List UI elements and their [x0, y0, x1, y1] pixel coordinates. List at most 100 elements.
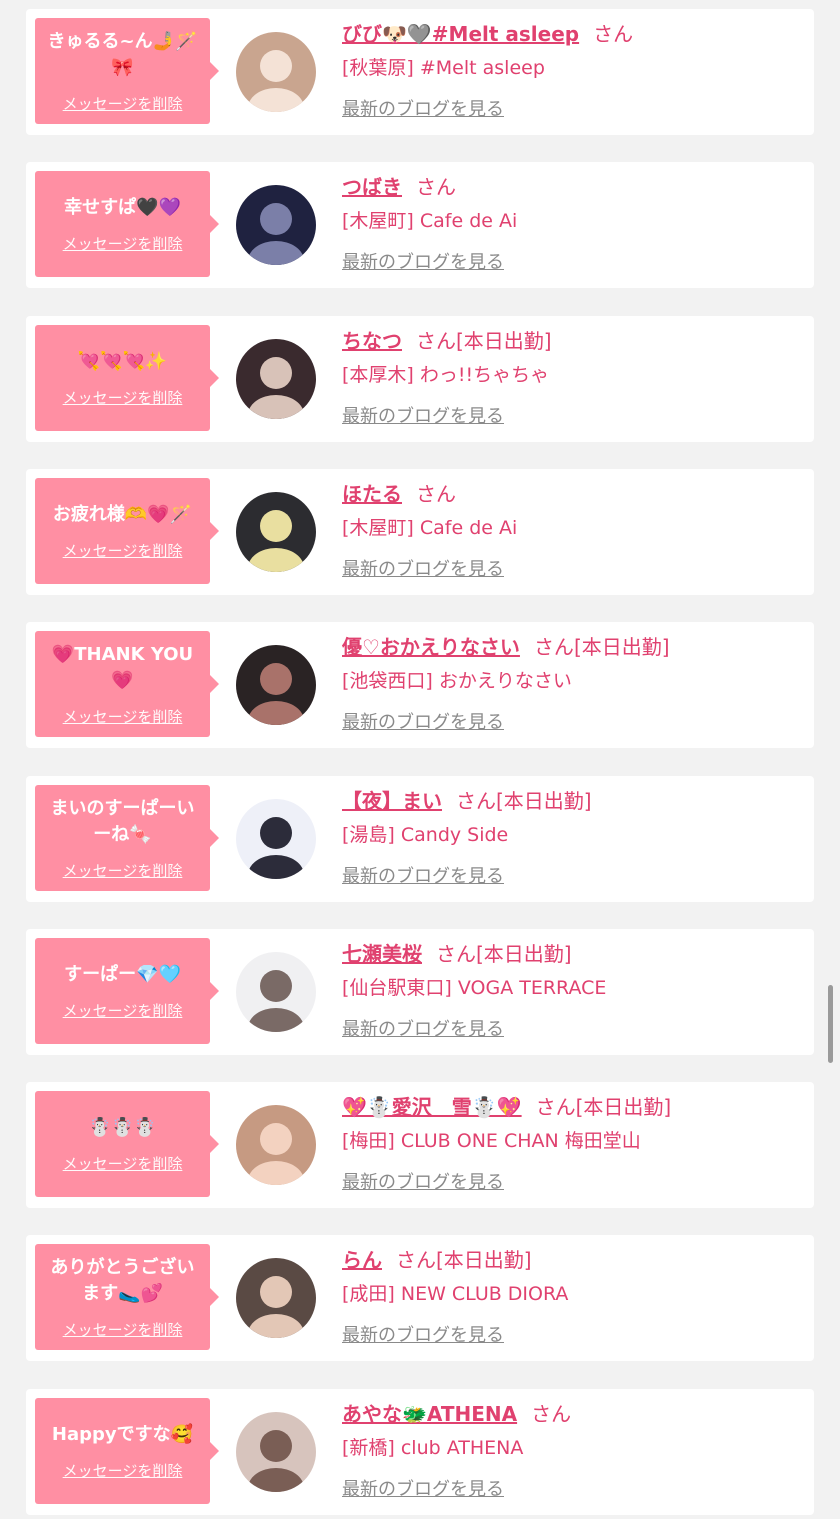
sender-info: ちなつ さん[本日出勤] [本厚木] わっ!!ちゃちゃ 最新のブログを見る: [342, 326, 802, 432]
status-badge: [本日出勤]: [476, 942, 572, 966]
shop-location: [梅田] CLUB ONE CHAN 梅田堂山: [342, 1130, 641, 1152]
sender-name-link[interactable]: あやな🐲ATHENA: [342, 1402, 517, 1426]
message-card: すーぱー💎🩵 メッセージを削除 七瀬美桜 さん[本日出勤] [仙台駅東口] VOG…: [26, 929, 814, 1055]
message-bubble: お疲れ様🫶💗🪄 メッセージを削除: [35, 478, 219, 584]
status-badge: [本日出勤]: [573, 635, 670, 659]
latest-blog-link[interactable]: 最新のブログを見る: [342, 1475, 504, 1505]
honorific: さん: [456, 789, 496, 813]
avatar[interactable]: [236, 799, 316, 879]
shop-location: [木屋町] Cafe de Ai: [342, 517, 518, 539]
sender-name-link[interactable]: 【夜】まい: [342, 789, 442, 813]
latest-blog-link[interactable]: 最新のブログを見る: [342, 95, 504, 125]
shop-location: [秋葉原] #Melt asleep: [342, 57, 545, 79]
avatar[interactable]: [236, 1258, 316, 1338]
avatar-image: [236, 1258, 316, 1338]
latest-blog-link[interactable]: 最新のブログを見る: [342, 1321, 504, 1351]
message-bubble: まいのすーぱーいーね🍬 メッセージを削除: [35, 785, 219, 891]
message-text: すーぱー💎🩵: [64, 963, 181, 985]
message-text: 幸せすぱ🖤💜: [64, 196, 181, 218]
shop-location: [本厚木] わっ!!ちゃちゃ: [342, 364, 550, 386]
latest-blog-link[interactable]: 最新のブログを見る: [342, 555, 504, 585]
message-bubble: 💘💘💘✨ メッセージを削除: [35, 325, 219, 431]
shop-location: [湯島] Candy Side: [342, 824, 509, 846]
sender-name-link[interactable]: ちなつ: [342, 329, 402, 353]
message-card: 💘💘💘✨ メッセージを削除 ちなつ さん[本日出勤] [本厚木] わっ!!ちゃちゃ…: [26, 316, 814, 442]
delete-message-button[interactable]: メッセージを削除: [63, 1460, 183, 1481]
latest-blog-link[interactable]: 最新のブログを見る: [342, 862, 504, 892]
latest-blog-link[interactable]: 最新のブログを見る: [342, 708, 504, 738]
message-text: ありがとうございます🥿💕: [50, 1256, 195, 1304]
message-card: 💗THANK YOU💗 メッセージを削除 優♡おかえりなさい さん[本日出勤] […: [26, 622, 814, 748]
shop-location: [新橋] club ATHENA: [342, 1437, 524, 1459]
message-text: きゅるる~ん🤳🪄🎀: [47, 30, 198, 78]
delete-message-button[interactable]: メッセージを削除: [63, 1153, 183, 1174]
avatar[interactable]: [236, 492, 316, 572]
delete-message-button[interactable]: メッセージを削除: [63, 1319, 183, 1340]
scrollbar[interactable]: [828, 985, 833, 1063]
sender-name-link[interactable]: ほたる: [342, 482, 402, 506]
message-card: Happyですな🥰 メッセージを削除 あやな🐲ATHENA さん [新橋] clu…: [26, 1389, 814, 1515]
sender-info: あやな🐲ATHENA さん [新橋] club ATHENA 最新のブログを見る: [342, 1399, 802, 1505]
delete-message-button[interactable]: メッセージを削除: [63, 1000, 183, 1021]
honorific: さん: [533, 635, 574, 659]
sender-info: らん さん[本日出勤] [成田] NEW CLUB DIORA 最新のブログを見る: [342, 1245, 802, 1351]
shop-location: [木屋町] Cafe de Ai: [342, 210, 518, 232]
avatar-image: [236, 1412, 316, 1492]
message-bubble: ありがとうございます🥿💕 メッセージを削除: [35, 1244, 219, 1350]
latest-blog-link[interactable]: 最新のブログを見る: [342, 1168, 504, 1198]
honorific: さん: [531, 1402, 572, 1426]
avatar-image: [236, 32, 316, 112]
avatar[interactable]: [236, 185, 316, 265]
message-bubble: きゅるる~ん🤳🪄🎀 メッセージを削除: [35, 18, 219, 124]
message-text: Happyですな🥰: [51, 1423, 194, 1445]
honorific: さん: [436, 942, 476, 966]
avatar[interactable]: [236, 1105, 316, 1185]
sender-name-link[interactable]: らん: [342, 1248, 382, 1272]
sender-name-link[interactable]: びび🐶🩶#Melt asleep: [342, 22, 579, 46]
avatar[interactable]: [236, 339, 316, 419]
sender-info: つばき さん [木屋町] Cafe de Ai 最新のブログを見る: [342, 172, 802, 278]
honorific: さん: [535, 1095, 576, 1119]
delete-message-button[interactable]: メッセージを削除: [63, 860, 183, 881]
status-badge: [本日出勤]: [496, 789, 592, 813]
avatar[interactable]: [236, 645, 316, 725]
message-text: ☃️☃️☃️: [88, 1116, 157, 1138]
delete-message-button[interactable]: メッセージを削除: [63, 540, 183, 561]
message-text: 💗THANK YOU💗: [51, 643, 194, 691]
sender-name-link[interactable]: つばき: [342, 175, 402, 199]
latest-blog-link[interactable]: 最新のブログを見る: [342, 402, 504, 432]
delete-message-button[interactable]: メッセージを削除: [63, 93, 183, 114]
delete-message-button[interactable]: メッセージを削除: [63, 387, 183, 408]
avatar-image: [236, 492, 316, 572]
delete-message-button[interactable]: メッセージを削除: [63, 706, 183, 727]
avatar[interactable]: [236, 1412, 316, 1492]
avatar-image: [236, 185, 316, 265]
message-card: ☃️☃️☃️ メッセージを削除 💖☃️愛沢＿雪☃️💖 さん[本日出勤] [梅田] …: [26, 1082, 814, 1208]
avatar-image: [236, 952, 316, 1032]
message-text: 💘💘💘✨: [77, 350, 168, 372]
avatar[interactable]: [236, 952, 316, 1032]
latest-blog-link[interactable]: 最新のブログを見る: [342, 248, 504, 278]
message-card: まいのすーぱーいーね🍬 メッセージを削除 【夜】まい さん[本日出勤] [湯島] …: [26, 776, 814, 902]
sender-info: 優♡おかえりなさい さん[本日出勤] [池袋西口] おかえりなさい 最新のブログを…: [342, 632, 802, 738]
avatar[interactable]: [236, 32, 316, 112]
honorific: さん: [416, 482, 456, 506]
shop-location: [池袋西口] おかえりなさい: [342, 670, 572, 692]
sender-info: ほたる さん [木屋町] Cafe de Ai 最新のブログを見る: [342, 479, 802, 585]
latest-blog-link[interactable]: 最新のブログを見る: [342, 1015, 504, 1045]
sender-name-link[interactable]: 七瀬美桜: [342, 942, 422, 966]
avatar-image: [236, 339, 316, 419]
honorific: さん: [416, 175, 456, 199]
message-card: お疲れ様🫶💗🪄 メッセージを削除 ほたる さん [木屋町] Cafe de Ai …: [26, 469, 814, 595]
honorific: さん: [416, 329, 456, 353]
sender-name-link[interactable]: 優♡おかえりなさい: [342, 635, 520, 659]
shop-location: [成田] NEW CLUB DIORA: [342, 1283, 569, 1305]
message-bubble: ☃️☃️☃️ メッセージを削除: [35, 1091, 219, 1197]
sender-name-link[interactable]: 💖☃️愛沢＿雪☃️💖: [342, 1095, 522, 1119]
sender-info: 七瀬美桜 さん[本日出勤] [仙台駅東口] VOGA TERRACE 最新のブログ…: [342, 939, 802, 1045]
status-badge: [本日出勤]: [575, 1095, 672, 1119]
shop-location: [仙台駅東口] VOGA TERRACE: [342, 977, 607, 999]
status-badge: [本日出勤]: [456, 329, 552, 353]
delete-message-button[interactable]: メッセージを削除: [63, 233, 183, 254]
message-card: きゅるる~ん🤳🪄🎀 メッセージを削除 びび🐶🩶#Melt asleep さん [秋…: [26, 9, 814, 135]
